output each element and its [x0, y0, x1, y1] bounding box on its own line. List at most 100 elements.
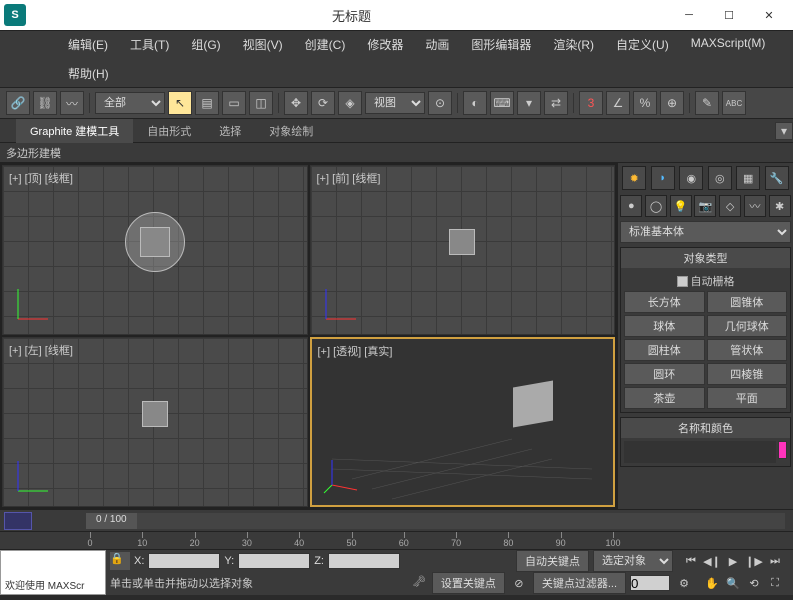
ribbon-tab-freeform[interactable]: 自由形式: [133, 119, 205, 143]
unlink-icon[interactable]: ⛓: [33, 91, 57, 115]
hierarchy-tab-icon[interactable]: ◉: [679, 166, 703, 190]
prim-torus[interactable]: 圆环: [624, 363, 705, 385]
menu-view[interactable]: 视图(V): [235, 33, 291, 56]
cameras-icon[interactable]: 📷: [694, 195, 716, 217]
keymode-dropdown[interactable]: 选定对象: [593, 550, 673, 572]
x-input[interactable]: [148, 553, 220, 569]
rollout-header[interactable]: 对象类型: [621, 248, 790, 268]
ribbon-tab-paint[interactable]: 对象绘制: [255, 119, 327, 143]
viewport-perspective[interactable]: [+] [透视] [真实]: [310, 337, 616, 507]
display-tab-icon[interactable]: ▦: [736, 166, 760, 190]
menu-create[interactable]: 创建(C): [297, 33, 354, 56]
bind-icon[interactable]: 〰: [60, 91, 84, 115]
viewport-layout-icon[interactable]: [4, 512, 32, 530]
frame-indicator[interactable]: 0 / 100: [86, 513, 137, 529]
maxscript-listener[interactable]: 欢迎使用 MAXScr: [0, 550, 106, 595]
minimize-button[interactable]: ─: [669, 1, 709, 29]
auto-grid-checkbox[interactable]: [677, 276, 688, 287]
geometry-icon[interactable]: ●: [620, 195, 642, 217]
modify-tab-icon[interactable]: ◗: [651, 166, 675, 190]
poly-modeling-label[interactable]: 多边形建模: [6, 145, 61, 161]
z-input[interactable]: [328, 553, 400, 569]
viewport-top[interactable]: [+] [顶] [线框]: [2, 165, 308, 335]
time-slider[interactable]: 0 / 100: [86, 513, 785, 529]
prev-frame-icon[interactable]: ◀❙: [702, 551, 722, 571]
goto-start-icon[interactable]: ⏮: [681, 551, 701, 571]
snap-icon[interactable]: 3: [579, 91, 603, 115]
menu-customize[interactable]: 自定义(U): [608, 33, 677, 56]
lock-icon[interactable]: 🔒: [110, 552, 130, 570]
ribbon-expand-icon[interactable]: ▾: [775, 122, 793, 140]
time-config-icon[interactable]: ⚙: [674, 573, 694, 593]
setkey-button[interactable]: 设置关键点: [432, 572, 505, 594]
geometry-type-dropdown[interactable]: 标准基本体: [620, 221, 791, 243]
keyboard-icon[interactable]: ⌨: [490, 91, 514, 115]
keyfilter-button[interactable]: 关键点过滤器...: [533, 572, 626, 594]
timescale[interactable]: 0102030405060708090100: [0, 531, 793, 549]
ribbon-tab-graphite[interactable]: Graphite 建模工具: [16, 119, 133, 143]
menu-render[interactable]: 渲染(R): [545, 33, 602, 56]
autokey-button[interactable]: 自动关键点: [516, 550, 589, 572]
scale-tool[interactable]: ◈: [338, 91, 362, 115]
key-icon[interactable]: 🗝: [412, 575, 428, 591]
motion-tab-icon[interactable]: ◎: [708, 166, 732, 190]
spinner-snap-icon[interactable]: ⊕: [660, 91, 684, 115]
viewport-left[interactable]: [+] [左] [线框]: [2, 337, 308, 507]
key-toggle-icon[interactable]: ⊘: [509, 573, 529, 593]
prim-tube[interactable]: 管状体: [707, 339, 788, 361]
rotate-tool[interactable]: ⟳: [311, 91, 335, 115]
menu-group[interactable]: 组(G): [183, 33, 228, 56]
manipulate-icon[interactable]: ◐: [463, 91, 487, 115]
auto-grid-row[interactable]: 自动栅格: [624, 271, 787, 291]
prim-teapot[interactable]: 茶壶: [624, 387, 705, 409]
color-swatch[interactable]: [778, 441, 787, 459]
prim-pyramid[interactable]: 四棱锥: [707, 363, 788, 385]
maximize-button[interactable]: ☐: [709, 1, 749, 29]
edit-named-sel-icon[interactable]: ✎: [695, 91, 719, 115]
lights-icon[interactable]: 💡: [670, 195, 692, 217]
link-icon[interactable]: 🔗: [6, 91, 30, 115]
nav-zoom-icon[interactable]: 🔍: [723, 573, 743, 593]
prim-cone[interactable]: 圆锥体: [707, 291, 788, 313]
selection-filter-dropdown[interactable]: 全部: [95, 92, 165, 114]
close-button[interactable]: ✕: [749, 1, 789, 29]
prim-cylinder[interactable]: 圆柱体: [624, 339, 705, 361]
ribbon-tab-selection[interactable]: 选择: [205, 119, 255, 143]
menu-tools[interactable]: 工具(T): [122, 33, 177, 56]
play-icon[interactable]: ▶: [723, 551, 743, 571]
prim-sphere[interactable]: 球体: [624, 315, 705, 337]
object-name-input[interactable]: [624, 441, 776, 463]
systems-icon[interactable]: ✱: [769, 195, 791, 217]
nav-orbit-icon[interactable]: ⟲: [744, 573, 764, 593]
rollout-header[interactable]: 名称和颜色: [621, 418, 790, 438]
nav-pan-icon[interactable]: ✋: [702, 573, 722, 593]
nav-max-icon[interactable]: ⛶: [765, 573, 785, 593]
space-warps-icon[interactable]: 〰: [744, 195, 766, 217]
prim-plane[interactable]: 平面: [707, 387, 788, 409]
prim-geosphere[interactable]: 几何球体: [707, 315, 788, 337]
select-name-icon[interactable]: ▤: [195, 91, 219, 115]
utilities-tab-icon[interactable]: 🔧: [765, 166, 789, 190]
mirror-icon[interactable]: ⇄: [544, 91, 568, 115]
menu-help[interactable]: 帮助(H): [60, 62, 117, 85]
menu-edit[interactable]: 编辑(E): [60, 33, 116, 56]
window-crossing-icon[interactable]: ◫: [249, 91, 273, 115]
menu-maxscript[interactable]: MAXScript(M): [683, 33, 774, 56]
named-sel-icon[interactable]: ▾: [517, 91, 541, 115]
angle-snap-icon[interactable]: ∠: [606, 91, 630, 115]
goto-end-icon[interactable]: ⏭: [765, 551, 785, 571]
menu-animation[interactable]: 动画: [417, 33, 457, 56]
y-input[interactable]: [238, 553, 310, 569]
select-tool[interactable]: ↖: [168, 91, 192, 115]
menu-graph[interactable]: 图形编辑器: [463, 33, 539, 56]
viewport-front[interactable]: [+] [前] [线框]: [310, 165, 616, 335]
select-region-icon[interactable]: ▭: [222, 91, 246, 115]
pivot-icon[interactable]: ⊙: [428, 91, 452, 115]
move-tool[interactable]: ✥: [284, 91, 308, 115]
percent-snap-icon[interactable]: %: [633, 91, 657, 115]
shapes-icon[interactable]: ◯: [645, 195, 667, 217]
prim-box[interactable]: 长方体: [624, 291, 705, 313]
next-frame-icon[interactable]: ❙▶: [744, 551, 764, 571]
helpers-icon[interactable]: ◇: [719, 195, 741, 217]
ref-coord-dropdown[interactable]: 视图: [365, 92, 425, 114]
